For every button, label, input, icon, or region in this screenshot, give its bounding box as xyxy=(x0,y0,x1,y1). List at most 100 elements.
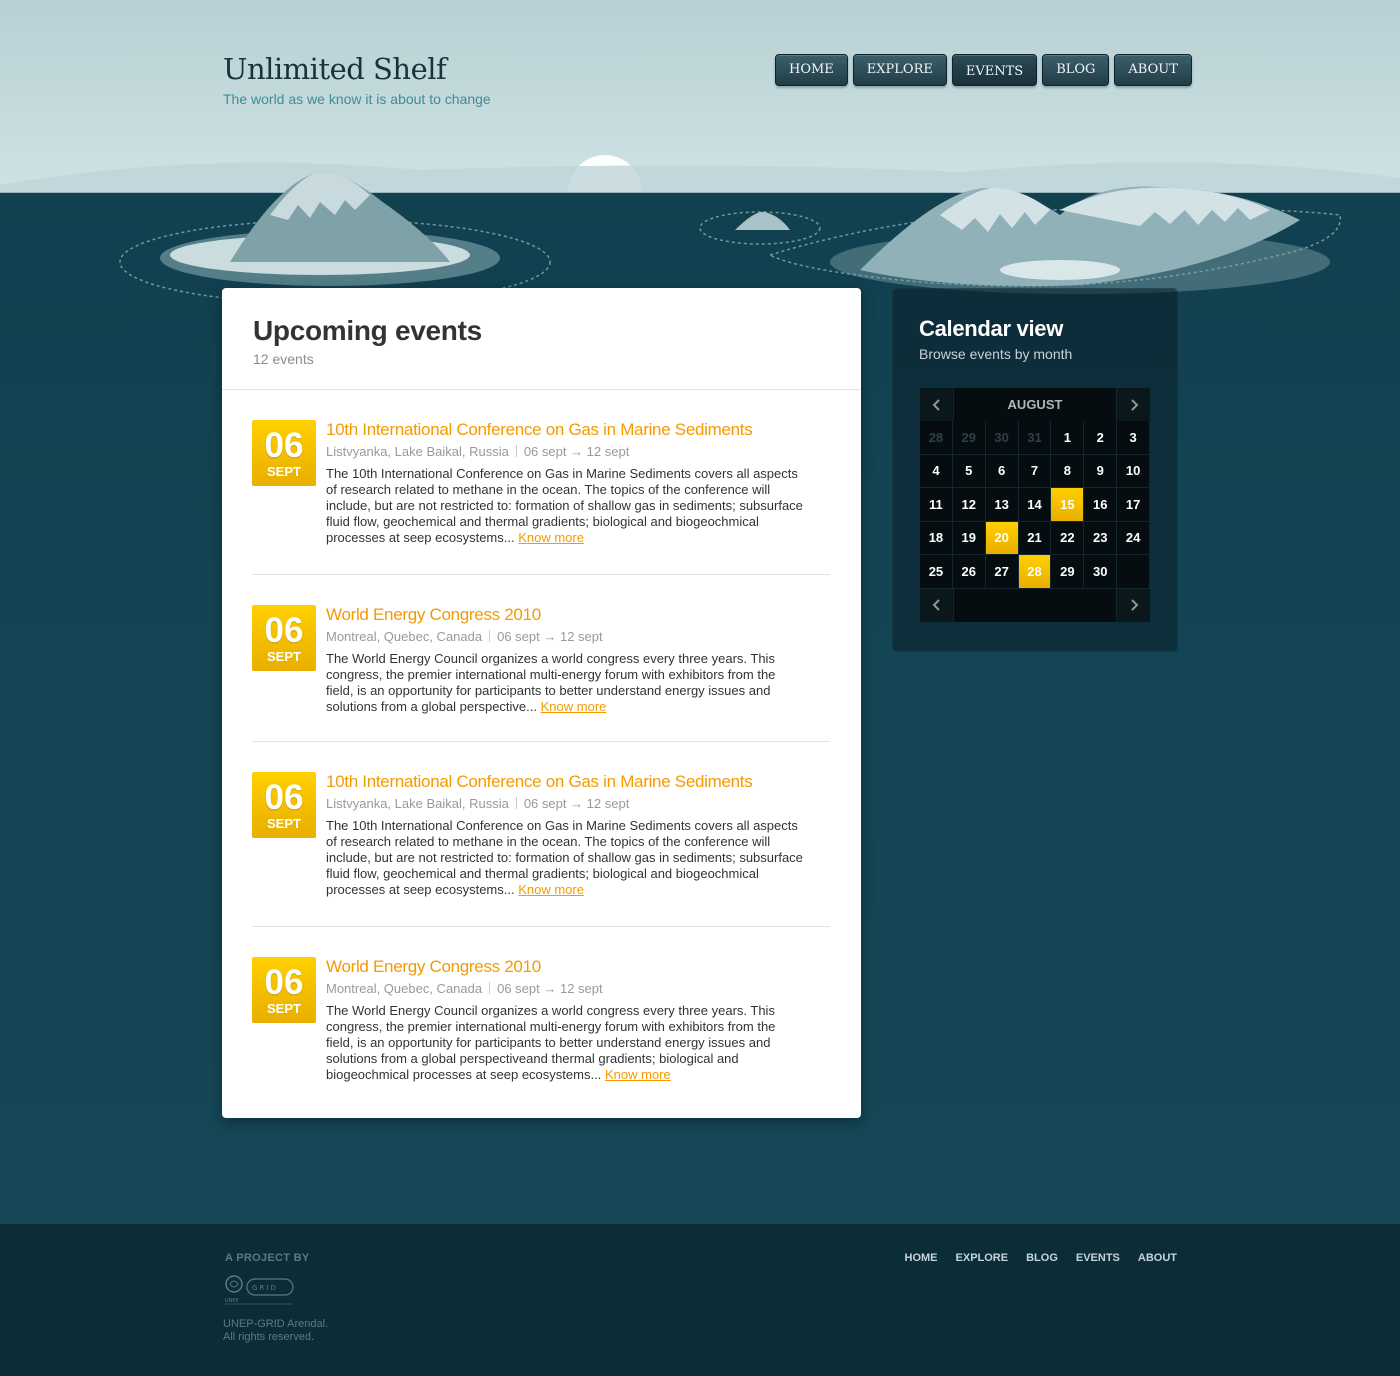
know-more-link[interactable]: Know more xyxy=(605,1067,671,1082)
prev-month-button[interactable] xyxy=(920,388,953,421)
calendar-day[interactable]: 4 xyxy=(920,454,953,488)
svg-text:UNEP: UNEP xyxy=(225,1298,239,1304)
know-more-link[interactable]: Know more xyxy=(518,882,584,897)
calendar-footer xyxy=(920,588,1150,622)
next-month-button[interactable] xyxy=(1117,388,1150,421)
calendar-day xyxy=(1117,555,1151,589)
event-meta: Listvyanka, Lake Baikal, Russia 06 sept →… xyxy=(326,796,804,811)
calendar-day[interactable]: 16 xyxy=(1084,488,1118,522)
calendar-widget: Calendar view Browse events by month AUG… xyxy=(892,288,1178,652)
calendar-day-event[interactable]: 28 xyxy=(1018,555,1052,589)
footer-nav-blog[interactable]: BLOG xyxy=(1026,1252,1058,1264)
calendar-day[interactable]: 30 xyxy=(985,421,1019,455)
calendar-day[interactable]: 6 xyxy=(985,454,1019,488)
nav-explore-button[interactable]: EXPLORE xyxy=(852,54,947,86)
event-meta: Montreal, Quebec, Canada 06 sept → 12 sep… xyxy=(326,629,804,644)
unep-grid-logo[interactable]: GRID UNEP xyxy=(223,1274,295,1311)
calendar-week-row: 4 5 6 7 8 9 10 xyxy=(920,454,1151,488)
calendar-day[interactable]: 25 xyxy=(920,555,953,589)
calendar-day[interactable]: 29 xyxy=(1051,555,1085,589)
calendar-day[interactable]: 26 xyxy=(952,555,986,589)
calendar-day[interactable]: 13 xyxy=(985,488,1019,522)
footer-nav-home[interactable]: HOME xyxy=(905,1252,938,1264)
meta-divider xyxy=(515,797,517,809)
calendar-day[interactable]: 18 xyxy=(920,521,953,555)
site-tagline: The world as we know it is about to chan… xyxy=(223,91,491,107)
calendar-title: Calendar view xyxy=(919,316,1064,341)
event-title-link[interactable]: 10th International Conference on Gas in … xyxy=(326,772,804,792)
calendar-grid: AUGUST 28 29 30 31 1 2 3 4 5 6 7 8 9 10 11 12 13 14 15 16 17… xyxy=(920,388,1151,622)
calendar-day[interactable]: 24 xyxy=(1117,521,1151,555)
chevron-right-icon xyxy=(1130,398,1138,411)
calendar-day[interactable]: 1 xyxy=(1051,421,1085,455)
event-description: The 10th International Conference on Gas… xyxy=(326,466,804,546)
event-day: 06 xyxy=(264,963,304,1002)
page-title: Upcoming events xyxy=(253,315,482,346)
calendar-day[interactable]: 5 xyxy=(952,454,986,488)
next-month-button-bottom[interactable] xyxy=(1117,588,1150,622)
event-date-badge: 06 SEPT xyxy=(252,772,316,838)
event-location: Montreal, Quebec, Canada xyxy=(326,981,483,996)
know-more-link[interactable]: Know more xyxy=(541,699,607,714)
calendar-day-event[interactable]: 20 xyxy=(985,521,1019,555)
calendar-week-row: 18 19 20 21 22 23 24 xyxy=(920,521,1151,555)
event-title-link[interactable]: 10th International Conference on Gas in … xyxy=(326,420,804,440)
calendar-day[interactable]: 19 xyxy=(952,521,986,555)
site-title[interactable]: Unlimited Shelf xyxy=(223,52,491,86)
event-title-link[interactable]: World Energy Congress 2010 xyxy=(326,605,804,625)
event-description: The 10th International Conference on Gas… xyxy=(326,818,804,898)
copyright-line-2: All rights reserved. xyxy=(223,1331,315,1343)
calendar-day[interactable]: 9 xyxy=(1084,454,1118,488)
calendar-day[interactable]: 31 xyxy=(1018,421,1052,455)
prev-month-button-bottom[interactable] xyxy=(920,588,953,622)
calendar-day[interactable]: 14 xyxy=(1018,488,1052,522)
calendar-day[interactable]: 10 xyxy=(1117,454,1151,488)
calendar-day[interactable]: 22 xyxy=(1051,521,1085,555)
footer-nav-events[interactable]: EVENTS xyxy=(1076,1252,1120,1264)
event-title-link[interactable]: World Energy Congress 2010 xyxy=(326,957,804,977)
event-month: SEPT xyxy=(267,816,301,831)
event-location: Listvyanka, Lake Baikal, Russia xyxy=(326,796,509,811)
calendar-day[interactable]: 30 xyxy=(1084,555,1118,589)
chevron-right-icon xyxy=(1130,599,1138,611)
calendar-week-row: 28 29 30 31 1 2 3 xyxy=(920,421,1151,455)
calendar-day[interactable]: 2 xyxy=(1084,421,1118,455)
svg-text:GRID: GRID xyxy=(252,1284,278,1292)
event-month: SEPT xyxy=(267,649,301,664)
event-day: 06 xyxy=(264,426,304,465)
event-description-text: The World Energy Council organizes a wor… xyxy=(326,1003,776,1082)
calendar-day[interactable]: 27 xyxy=(985,555,1019,589)
calendar-day[interactable]: 7 xyxy=(1018,454,1052,488)
event-date-badge: 06 SEPT xyxy=(252,957,316,1023)
events-panel-header: Upcoming events 12 events xyxy=(222,288,861,390)
calendar-day[interactable]: 12 xyxy=(952,488,986,522)
chevron-left-icon xyxy=(932,398,940,411)
event-date-range: 06 sept → 12 sept xyxy=(497,981,603,996)
calendar-day[interactable]: 21 xyxy=(1018,521,1052,555)
footer-nav-explore[interactable]: EXPLORE xyxy=(956,1252,1009,1264)
calendar-day[interactable]: 23 xyxy=(1084,521,1118,555)
event-divider xyxy=(252,926,830,927)
calendar-header: AUGUST xyxy=(920,388,1150,421)
calendar-day[interactable]: 28 xyxy=(920,421,953,455)
nav-events-button[interactable]: EVENTS xyxy=(951,54,1038,86)
calendar-day[interactable]: 17 xyxy=(1117,488,1151,522)
calendar-day[interactable]: 29 xyxy=(952,421,986,455)
nav-about-button[interactable]: ABOUT xyxy=(1114,54,1192,86)
calendar-day[interactable]: 8 xyxy=(1051,454,1085,488)
nav-blog-button[interactable]: BLOG xyxy=(1042,54,1110,86)
meta-divider xyxy=(489,982,491,994)
nav-home-button[interactable]: HOME xyxy=(775,54,848,86)
event-location: Listvyanka, Lake Baikal, Russia xyxy=(326,444,509,459)
know-more-link[interactable]: Know more xyxy=(518,530,584,545)
footer-nav-about[interactable]: ABOUT xyxy=(1138,1252,1177,1264)
calendar-footer-spacer xyxy=(953,588,1117,622)
calendar-day-event[interactable]: 15 xyxy=(1051,488,1085,522)
calendar-day[interactable]: 3 xyxy=(1117,421,1151,455)
event-date-badge: 06 SEPT xyxy=(252,605,316,671)
event-description: The World Energy Council organizes a wor… xyxy=(326,1003,804,1083)
events-count: 12 events xyxy=(253,351,314,367)
event-month: SEPT xyxy=(267,1001,301,1016)
calendar-day[interactable]: 11 xyxy=(920,488,953,522)
brand: Unlimited Shelf The world as we know it … xyxy=(223,52,491,107)
